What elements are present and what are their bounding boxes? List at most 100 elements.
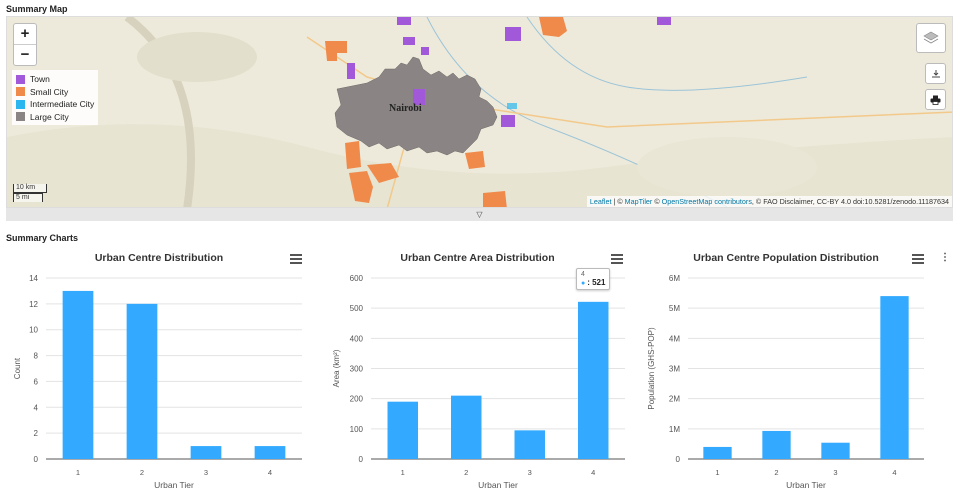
y-tick-label: 10 <box>29 326 38 335</box>
x-tick-label: 1 <box>401 468 405 477</box>
legend-item: Small City <box>16 86 94 99</box>
y-tick-label: 8 <box>34 352 39 361</box>
legend-swatch <box>16 99 25 109</box>
layers-icon <box>923 31 939 44</box>
charts-section-title: Summary Charts <box>6 233 79 243</box>
y-tick-label: 200 <box>350 395 364 404</box>
y-tick-label: 2M <box>669 395 680 404</box>
y-tick-label: 1M <box>669 425 680 434</box>
leaflet-link[interactable]: Leaflet <box>590 197 612 206</box>
chart-urban-centre-distribution: Urban Centre Distribution 0 2 4 6 8 10 12 14 1 2 3… <box>6 248 312 494</box>
y-tick-label: 0 <box>34 455 39 464</box>
y-tick-label: 100 <box>350 425 364 434</box>
y-tick-label: 400 <box>350 334 364 343</box>
y-tick-label: 5M <box>669 304 680 313</box>
x-tick-label: 4 <box>591 468 595 477</box>
download-button[interactable] <box>925 63 946 84</box>
attribution-text: , © FAO Disclaimer, CC-BY 4.0 doi:10.528… <box>751 197 949 206</box>
bar <box>703 446 732 459</box>
y-tick-label: 6 <box>34 377 39 386</box>
y-tick-label: 3M <box>669 365 680 374</box>
bar <box>190 446 222 459</box>
x-tick-label: 2 <box>774 468 778 477</box>
x-tick-label: 3 <box>528 468 532 477</box>
tooltip-value: : 521 <box>587 278 606 287</box>
chart-plot: 0 1M 2M 3M 4M 5M 6M 1 2 3 4 Urban Tier Population (G… <box>647 274 924 490</box>
x-tick-label: 2 <box>140 468 144 477</box>
x-axis-label: Urban Tier <box>154 480 194 490</box>
legend-swatch <box>16 87 25 97</box>
zoom-control: + − <box>13 23 37 66</box>
bar <box>451 395 482 459</box>
maptiler-link[interactable]: MapTiler <box>625 197 653 206</box>
zoom-in-button[interactable]: + <box>14 24 36 44</box>
osm-link[interactable]: OpenStreetMap contributors <box>662 197 752 206</box>
print-icon <box>930 95 941 105</box>
y-tick-label: 4M <box>669 334 680 343</box>
layers-button[interactable] <box>916 23 946 53</box>
map-legend: Town Small City Intermediate City Large Cit… <box>12 70 99 125</box>
legend-label: Large City <box>30 111 69 122</box>
y-tick-label: 500 <box>350 304 364 313</box>
y-tick-label: 12 <box>29 300 38 309</box>
legend-item: Large City <box>16 111 94 124</box>
y-tick-label: 2 <box>34 429 39 438</box>
y-tick-label: 300 <box>350 365 364 374</box>
more-options-icon[interactable]: ⋮ <box>940 252 950 263</box>
bar <box>880 296 909 459</box>
x-tick-label: 4 <box>892 468 896 477</box>
chart-plot: 024681012141 2 3 4Urban TierCount <box>13 274 302 490</box>
y-tick-label: 14 <box>29 274 38 283</box>
y-axis-label: Count <box>13 357 22 379</box>
x-axis-label: Urban Tier <box>478 480 518 490</box>
city-label-nairobi: Nairobi <box>389 103 422 114</box>
y-tick-label: 600 <box>350 274 364 283</box>
legend-item: Town <box>16 73 94 86</box>
print-button[interactable] <box>925 89 946 110</box>
x-tick-label: 3 <box>833 468 837 477</box>
x-axis-label: Urban Tier <box>786 480 826 490</box>
chart-urban-centre-area-distribution: Urban Centre Area Distribution 0 100 200 30… <box>325 248 630 494</box>
y-tick-label: 0 <box>359 455 364 464</box>
map-tiles <box>7 17 952 207</box>
legend-item: Intermediate City <box>16 98 94 111</box>
summary-map[interactable]: Nairobi + − Town Small City Intermediate C… <box>6 16 953 208</box>
download-icon <box>931 69 940 77</box>
attribution-sep: | © <box>611 197 625 206</box>
collapse-icon: ▽ <box>476 210 483 219</box>
x-tick-label: 1 <box>76 468 80 477</box>
attribution-sep: © <box>652 197 662 206</box>
y-axis-label: Area (km²) <box>332 349 341 387</box>
chart-tooltip: 4 ● : 521 <box>576 268 611 290</box>
bar <box>514 430 545 459</box>
y-tick-label: 4 <box>34 403 39 412</box>
legend-swatch <box>16 112 25 122</box>
bar <box>821 442 850 459</box>
bar <box>62 290 94 459</box>
tooltip-category: 4 <box>581 271 585 278</box>
chart-urban-centre-population-distribution: Urban Centre Population Distribution 0 1M… <box>640 248 932 494</box>
x-tick-label: 4 <box>268 468 272 477</box>
bar <box>126 303 158 459</box>
map-attribution: Leaflet | © MapTiler © OpenStreetMap con… <box>586 196 952 207</box>
map-collapse-toggle[interactable]: ▽ <box>6 208 953 221</box>
legend-label: Intermediate City <box>30 99 95 110</box>
bar <box>387 401 418 459</box>
bar <box>762 430 791 459</box>
scale-mi: 5 mi <box>13 193 43 202</box>
scale-km: 10 km <box>13 184 47 193</box>
bar <box>254 446 286 459</box>
legend-label: Small City <box>30 86 69 97</box>
x-tick-label: 1 <box>715 468 719 477</box>
x-tick-label: 3 <box>204 468 208 477</box>
y-axis-label: Population (GHS-POP) <box>647 327 656 410</box>
map-section-title: Summary Map <box>6 4 68 14</box>
x-tick-label: 2 <box>464 468 468 477</box>
legend-label: Town <box>30 74 50 85</box>
scale-bar: 10 km 5 mi <box>13 184 47 202</box>
y-tick-label: 6M <box>669 274 680 283</box>
zoom-out-button[interactable]: − <box>14 44 36 65</box>
y-tick-label: 0 <box>676 455 681 464</box>
bar <box>578 301 609 459</box>
legend-swatch <box>16 74 25 84</box>
